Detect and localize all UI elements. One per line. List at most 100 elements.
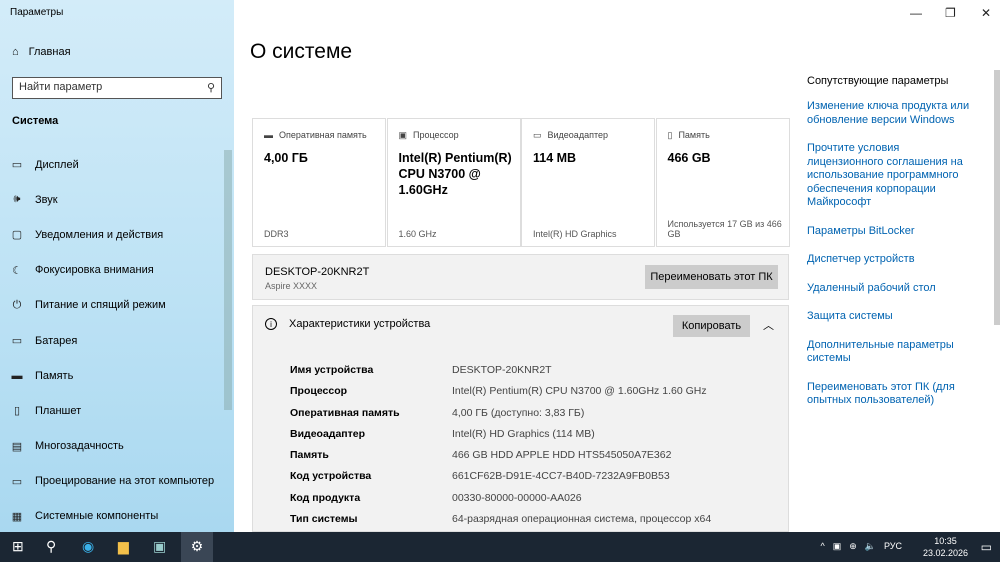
search-placeholder: Найти параметр [19,81,103,93]
related-link[interactable]: Изменение ключа продукта или обновление … [807,100,977,127]
copy-button[interactable]: Копировать [673,315,750,337]
maximize-button[interactable]: ❐ [945,6,956,20]
related-link[interactable]: Прочтите условия лицензионного соглашени… [807,142,977,210]
display-icon: ▭ [11,159,23,172]
main-scrollbar[interactable] [994,70,1000,325]
date: 23.02.2026 [922,548,968,558]
sidebar-item[interactable]: ▦ Системные компоненты [0,499,222,534]
file-explorer-icon[interactable]: ▆ [118,538,129,555]
related-link[interactable]: Защита системы [807,310,977,324]
search-input[interactable]: Найти параметр ⚲ [12,77,222,99]
spec-key: Имя устройства [290,364,374,376]
settings-taskbar-icon[interactable]: ⚙ [181,532,213,562]
spec-row: Оперативная память 4,00 ГБ (доступно: 3,8… [290,407,711,428]
spec-key: Видеоадаптер [290,427,366,440]
search-icon: ⚲ [206,82,215,94]
sidebar-item-label: Системные компоненты [35,510,159,523]
spec-row: Имя устройства DESKTOP-20KNR2T [290,364,711,385]
card-label: Память [678,130,710,140]
close-button[interactable]: ✕ [981,6,991,20]
sidebar-item[interactable]: ▭ Проецирование на этот компьютер [0,464,222,499]
sidebar-item[interactable]: ▬ Память [0,358,222,393]
card-sub: Используется 17 GB из 466 GB [667,219,782,239]
power-icon: ⏻ [12,298,22,311]
sidebar-item[interactable]: ▭ Дисплей [0,147,222,182]
sidebar-item[interactable]: ▭ Батарея [0,323,222,358]
app-icon[interactable]: ▣ [153,538,166,555]
spec-row: Код продукта 00330-80000-00000-AA026 [290,492,711,513]
minimize-button[interactable]: — [910,6,922,20]
sidebar-item-label: Дисплей [35,158,79,171]
notifications-icon[interactable]: ▭ [981,540,992,554]
home-label: Главная [28,46,71,58]
card-label: Видеоадаптер [547,130,608,140]
sidebar-scrollbar[interactable] [224,150,232,410]
card-label: Оперативная память [279,130,367,140]
focus-icon: ☾ [12,264,22,277]
main-content: — ❐ ✕ О системе ▬ Оперативная память 4,00 … [234,0,1000,532]
volume-icon[interactable]: 🔈 [865,541,876,552]
components-icon: ▦ [11,510,23,523]
sidebar-item[interactable]: ▤ Многозадачность [0,429,222,464]
sidebar-item-label: Планшет [35,404,82,417]
related-link[interactable]: Удаленный рабочий стол [807,282,977,296]
card-value: Intel(R) Pentium(R) CPU N3700 @ 1.60GHz [398,151,512,197]
spec-row: Память 466 GB HDD APPLE HDD HTS545050A7E3… [290,449,711,470]
spec-row: Процессор Intel(R) Pentium(R) CPU N3700 @… [290,385,711,406]
spec-row: Код устройства 661CF62B-D91E-4CC7-B40D-72… [290,470,711,491]
rename-pc-button[interactable]: Переименовать этот ПК [645,265,778,289]
pc-name-panel: DESKTOP-20KNR2T Aspire XXXX Переименоват… [252,254,789,300]
sidebar-item[interactable]: ▢ Уведомления и действия [0,217,222,252]
spec-value: 00330-80000-00000-AA026 [452,491,582,504]
storage-icon: ▬ [11,369,23,382]
sidebar-item[interactable]: ☾ Фокусировка внимания [0,253,222,288]
related-title: Сопутствующие параметры [807,75,949,87]
related-link[interactable]: Диспетчер устройств [807,253,977,267]
card-value: 114 MB [533,151,577,165]
related-link[interactable]: Дополнительные параметры системы [807,339,977,366]
sidebar-item[interactable]: ⏻ Питание и спящий режим [0,288,222,323]
spec-key: Память [290,449,329,462]
card-value: 4,00 ГБ [264,151,308,165]
sidebar-item[interactable]: 🕪 Звук [0,182,222,217]
spec-value: Intel(R) HD Graphics (114 MB) [452,427,595,440]
spec-card: ▣ Процессор Intel(R) Pentium(R) CPU N3700 … [386,118,521,247]
spec-value: Intel(R) Pentium(R) CPU N3700 @ 1.60GHz … [452,385,707,398]
collapse-chevron-icon[interactable]: ︿ [763,317,774,333]
page-title: О системе [250,40,353,63]
cpu-icon: ▣ [398,130,408,140]
spec-value: 661CF62B-D91E-4CC7-B40D-7232A9FB0B53 [452,470,670,483]
sidebar-item-label: Память [35,369,74,382]
card-value: 466 GB [667,151,711,165]
search-taskbar-icon[interactable]: ⚲ [46,538,56,555]
related-link[interactable]: Переименовать этот ПК (для опытных польз… [807,381,977,408]
related-link[interactable]: Параметры BitLocker [807,225,977,239]
spec-value: 466 GB HDD APPLE HDD HTS545050A7E362 [452,449,672,462]
sidebar-item-label: Проецирование на этот компьютер [35,475,215,488]
home-link[interactable]: ⌂ Главная [12,46,71,58]
time: 10:35 [934,536,957,546]
project-icon: ▭ [11,475,23,488]
gpu-icon: ▭ [533,130,542,140]
sidebar-item-label: Фокусировка внимания [35,264,154,277]
battery-tray-icon[interactable]: ▣ [833,541,842,552]
network-icon[interactable]: ⊕ [849,541,857,552]
language-indicator[interactable]: РУС [884,541,902,552]
taskbar: ⊞ ⚲ ◉ ▆ ▣ ⚙ ^ ▣ ⊕ 🔈 РУС 10:35 23.02.2026 ▭ [0,532,1000,562]
home-icon: ⌂ [12,46,19,58]
show-hidden-icon[interactable]: ^ [820,541,824,552]
spec-row: Видеоадаптер Intel(R) HD Graphics (114 MB… [290,428,711,449]
spec-key: Процессор [290,385,348,398]
start-icon[interactable]: ⊞ [12,538,24,555]
info-icon: i [265,318,277,330]
sidebar-item[interactable]: ▯ Планшет [0,393,222,428]
card-sub: DDR3 [264,229,289,239]
card-label: Процессор [413,130,459,140]
clock[interactable]: 10:35 23.02.2026 [923,535,968,559]
sidebar-item-label: Уведомления и действия [35,228,164,241]
edge-icon[interactable]: ◉ [82,538,94,555]
related-settings: Сопутствующие параметры Изменение ключа … [807,75,977,423]
pc-model: Aspire XXXX [265,281,318,291]
card-sub: Intel(R) HD Graphics [533,229,617,239]
sidebar-item-label: Звук [35,193,58,206]
